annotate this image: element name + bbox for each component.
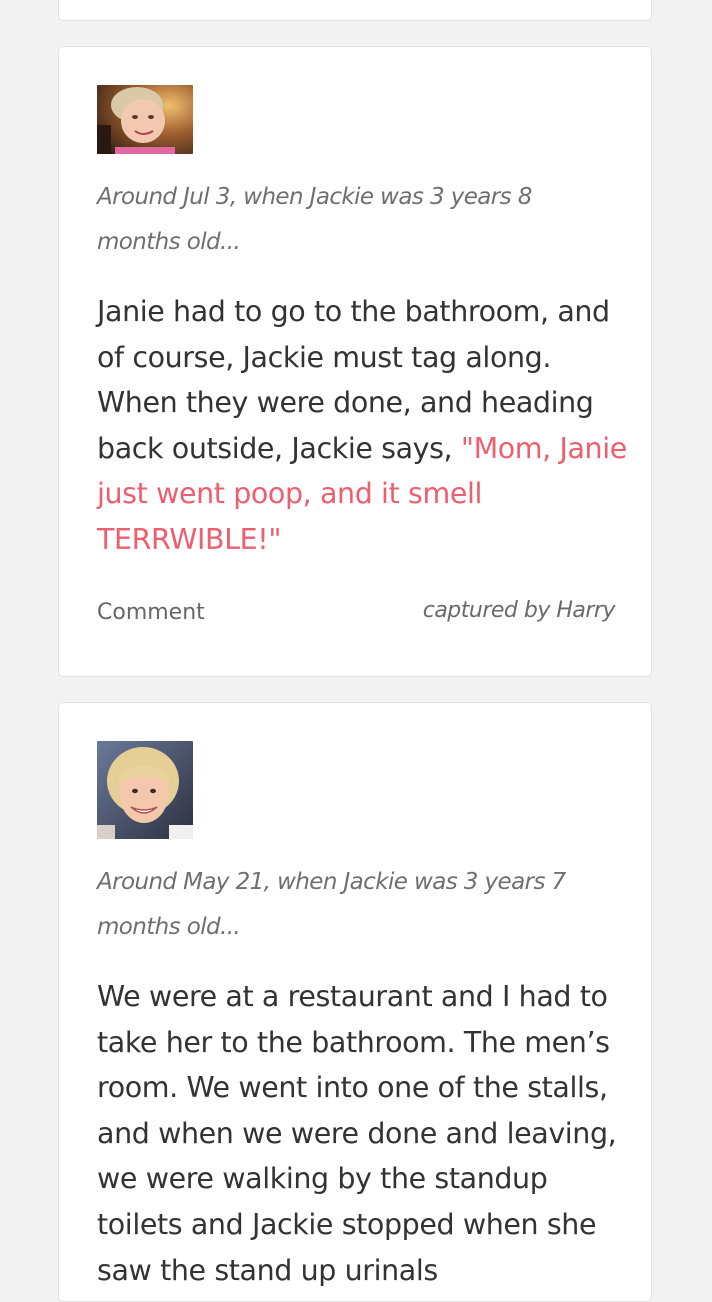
moment-date-age: Around Jul 3, when Jackie was 3 years 8 … — [97, 184, 532, 255]
moment-card: Around Jul 3, when Jackie was 3 years 8 … — [58, 46, 652, 677]
child-photo-image — [97, 741, 193, 839]
child-photo-image — [97, 85, 193, 154]
moment-story: Janie had to go to the bathroom, and of … — [97, 289, 627, 563]
moment-story: We were at a restaurant and I had to tak… — [97, 974, 627, 1293]
child-photo[interactable] — [97, 741, 193, 839]
captured-by: captured by Harry — [422, 598, 616, 623]
child-photo[interactable] — [97, 85, 193, 154]
previous-moment-card — [58, 0, 652, 21]
comment-link[interactable]: Comment — [97, 600, 205, 625]
moment-card: Around May 21, when Jackie was 3 years 7… — [58, 702, 652, 1302]
story-text: We were at a restaurant and I had to tak… — [97, 980, 617, 1287]
moment-date-age: Around May 21, when Jackie was 3 years 7… — [97, 869, 566, 940]
